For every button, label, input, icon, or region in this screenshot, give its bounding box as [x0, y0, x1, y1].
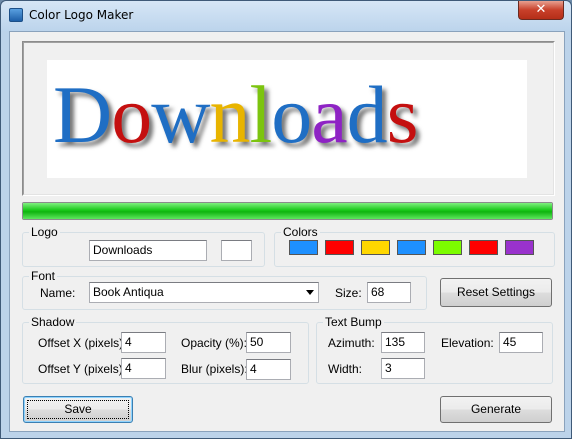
font-name-value: Book Antiqua	[93, 285, 164, 299]
color-swatch-2[interactable]	[325, 240, 354, 255]
logo-extra-input[interactable]	[221, 240, 252, 261]
logo-letter: a	[311, 69, 347, 160]
logo-letter: s	[386, 69, 419, 160]
logo-letter: l	[249, 69, 272, 160]
shadow-group-legend: Shadow	[29, 315, 77, 329]
generate-button[interactable]: Generate	[440, 396, 552, 423]
logo-text-input[interactable]: Downloads	[89, 240, 207, 261]
elevation-label: Elevation:	[441, 336, 494, 350]
color-swatch-7[interactable]	[505, 240, 534, 255]
blur-label: Blur (pixels):	[181, 362, 248, 376]
azimuth-label: Azimuth:	[328, 336, 375, 350]
color-swatch-3[interactable]	[361, 240, 390, 255]
font-size-input[interactable]: 68	[367, 282, 411, 303]
font-group: Font Name: Book Antiqua Size: 68	[22, 269, 427, 310]
font-name-label: Name:	[40, 286, 76, 300]
offset-y-label: Offset Y (pixels):	[38, 362, 127, 376]
color-swatch-4[interactable]	[397, 240, 426, 255]
opacity-input[interactable]: 50	[246, 332, 291, 353]
logo-letter: o	[111, 69, 152, 160]
font-size-label: Size:	[335, 286, 362, 300]
logo-letter: d	[346, 69, 388, 160]
close-button[interactable]: ✕	[518, 1, 564, 20]
logo-letter: o	[271, 69, 312, 160]
logo-letter: w	[151, 69, 210, 160]
text-bump-group: Text Bump Azimuth: 135 Elevation: 45 Wid…	[316, 315, 553, 384]
logo-group-legend: Logo	[29, 225, 60, 239]
client-area: Downloads Logo Downloads Colors Font Nam…	[9, 31, 565, 432]
width-label: Width:	[328, 362, 363, 376]
shadow-group: Shadow Offset X (pixels): 4 Opacity (%):…	[22, 315, 309, 384]
logo-preview-image: Downloads	[47, 60, 527, 178]
elevation-input[interactable]: 45	[499, 332, 543, 353]
azimuth-input[interactable]: 135	[381, 332, 425, 353]
logo-letter: n	[209, 69, 250, 160]
colors-group-legend: Colors	[281, 225, 320, 239]
text-bump-group-legend: Text Bump	[323, 315, 384, 329]
offset-x-input[interactable]: 4	[121, 332, 166, 353]
offset-x-label: Offset X (pixels):	[38, 336, 127, 350]
color-swatch-6[interactable]	[469, 240, 498, 255]
opacity-label: Opacity (%):	[181, 336, 248, 350]
window-title: Color Logo Maker	[29, 8, 134, 22]
logo-preview-panel: Downloads	[22, 41, 555, 196]
bump-width-input[interactable]: 3	[381, 358, 425, 379]
logo-letter: D	[53, 69, 112, 160]
title-bar[interactable]: Color Logo Maker ✕	[1, 1, 571, 31]
chevron-down-icon[interactable]	[306, 290, 314, 295]
font-name-select[interactable]: Book Antiqua	[89, 282, 319, 303]
logo-group: Logo Downloads	[22, 225, 265, 267]
color-swatch-1[interactable]	[289, 240, 318, 255]
reset-settings-button[interactable]: Reset Settings	[440, 278, 552, 307]
app-icon	[9, 8, 23, 22]
progress-fill	[23, 203, 552, 219]
offset-y-input[interactable]: 4	[121, 358, 166, 379]
font-group-legend: Font	[29, 269, 58, 283]
color-swatch-5[interactable]	[433, 240, 462, 255]
progress-bar	[22, 202, 553, 220]
blur-input[interactable]: 4	[246, 359, 291, 380]
colors-group: Colors	[274, 225, 555, 267]
save-button[interactable]: Save	[23, 396, 133, 423]
app-window: Color Logo Maker ✕ Downloads Logo Downlo…	[0, 0, 572, 439]
logo-preview-text: Downloads	[53, 74, 419, 156]
